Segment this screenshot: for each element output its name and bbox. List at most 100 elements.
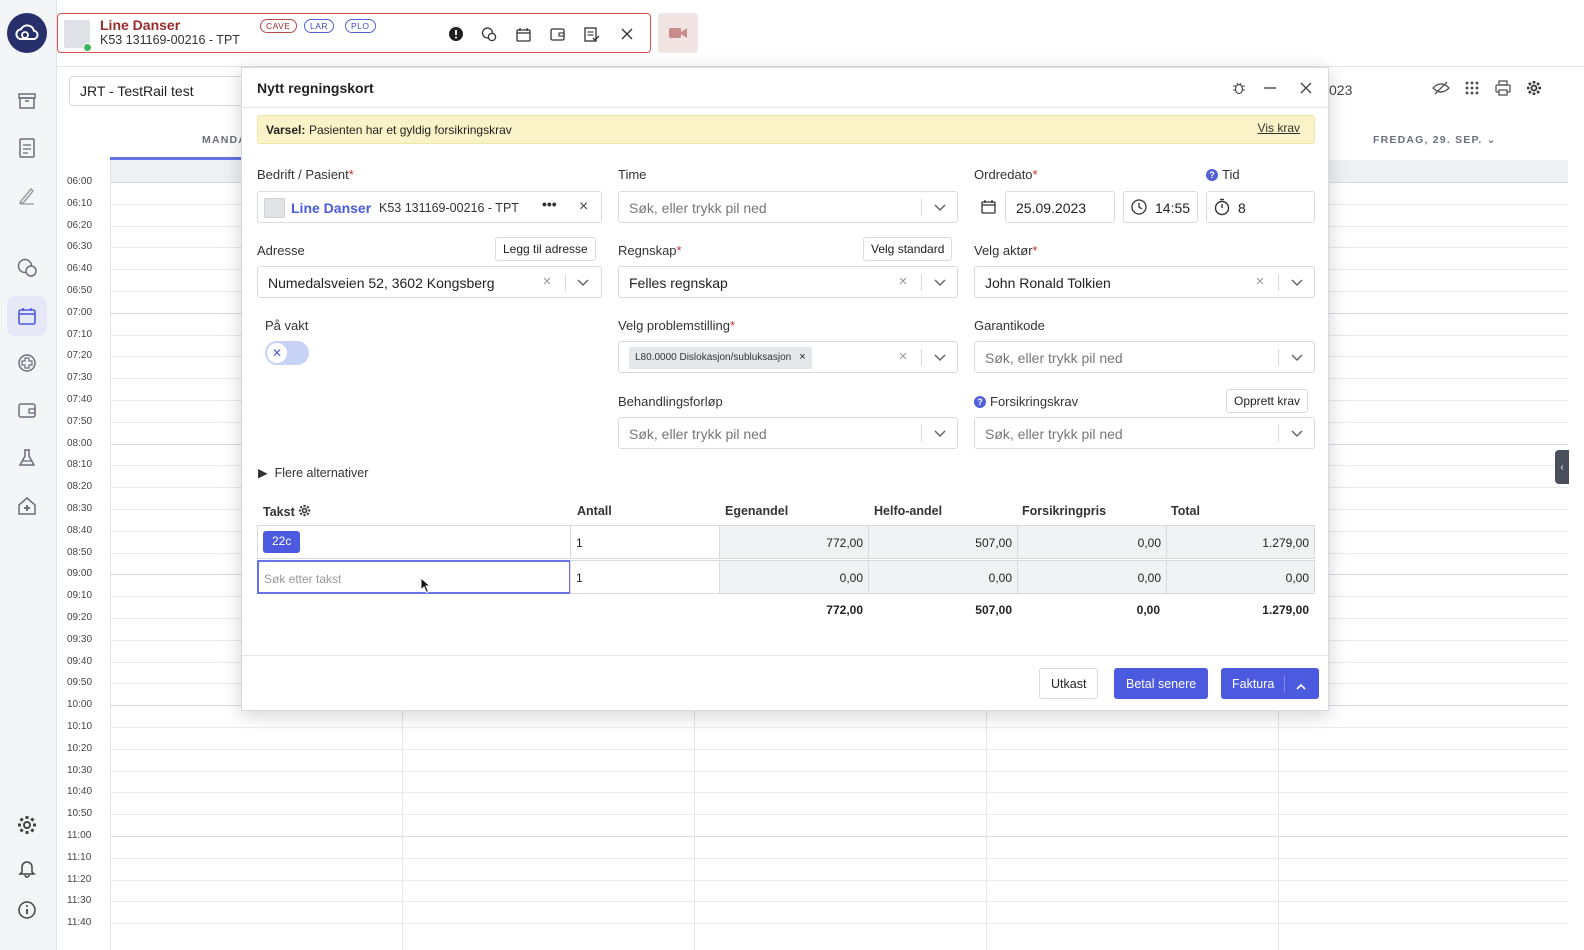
select-separator [565, 274, 566, 291]
address-value: Numedalsveien 52, 3602 Kongsberg [268, 275, 495, 291]
calendar-icon[interactable] [981, 199, 996, 217]
close-icon[interactable] [1296, 78, 1316, 98]
time-label: 10:30 [67, 764, 93, 776]
problem-select[interactable]: L80.0000 Dislokasjon/subluksasjon × × [618, 341, 958, 373]
account-select[interactable]: Felles regnskap × [618, 266, 958, 298]
time-label: 09:30 [67, 633, 93, 645]
chevron-down-icon [1288, 274, 1306, 292]
order-date-value: 25.09.2023 [1016, 200, 1087, 216]
calendar-icon[interactable] [7, 296, 47, 336]
time-label: 08:50 [67, 546, 93, 558]
patient-label-text: Bedrift / Pasient [257, 167, 349, 182]
app-logo-icon[interactable] [7, 13, 47, 53]
duration-value: 8 [1238, 200, 1246, 216]
clear-icon[interactable]: × [540, 274, 554, 289]
chat-icon[interactable] [480, 25, 498, 43]
treatment-label: Behandlingsforløp [618, 394, 723, 409]
calendar-toolbar-icons [1432, 78, 1543, 98]
treatment-placeholder: Søk, eller trykk pil ned [629, 426, 767, 442]
total-cell: 0,00 [1166, 560, 1315, 594]
bell-icon[interactable] [7, 848, 47, 888]
more-options-icon[interactable]: ••• [542, 196, 557, 212]
pen-icon[interactable] [7, 175, 47, 215]
clinic-house-icon[interactable] [7, 486, 47, 526]
draft-button[interactable]: Utkast [1039, 668, 1099, 699]
wallet-icon[interactable] [548, 25, 566, 43]
order-date-input[interactable]: 25.09.2023 [1005, 191, 1115, 223]
invoice-button[interactable]: Faktura [1221, 668, 1319, 699]
minimize-icon[interactable] [1260, 78, 1280, 98]
duration-input[interactable]: 8 [1206, 191, 1315, 223]
antall-cell[interactable]: 1 [570, 525, 720, 559]
actor-select[interactable]: John Ronald Tolkien × [974, 266, 1315, 298]
calendar-resource-select[interactable]: JRT - TestRail test [69, 76, 249, 106]
remove-chip-icon[interactable]: × [799, 351, 805, 363]
select-default-button[interactable]: Velg standard [863, 237, 953, 261]
close-patient-icon[interactable] [618, 25, 636, 43]
account-value: Felles regnskap [629, 275, 728, 291]
address-select[interactable]: Numedalsveien 52, 3602 Kongsberg × [257, 266, 602, 298]
chat-icon[interactable] [7, 248, 47, 288]
antall-cell[interactable]: 1 [570, 560, 720, 594]
time-label: 07:00 [67, 306, 93, 318]
takst-search-input[interactable]: Søk etter takst [257, 560, 571, 594]
patient-field[interactable]: Line Danser K53 131169-00216 - TPT ••• × [257, 191, 602, 223]
eye-hidden-icon[interactable] [1432, 78, 1450, 98]
archive-icon[interactable] [7, 81, 47, 121]
clear-icon[interactable]: × [1253, 274, 1267, 289]
treatment-select[interactable]: Søk, eller trykk pil ned [618, 417, 958, 449]
on-call-label: På vakt [265, 318, 309, 333]
order-time-input[interactable]: 14:55 [1123, 191, 1198, 223]
select-separator [1278, 274, 1279, 291]
pay-later-button[interactable]: Betal senere [1114, 668, 1209, 699]
helfo-cell: 0,00 [868, 560, 1018, 594]
on-call-toggle[interactable]: ✕ [265, 341, 309, 365]
time-label: 08:30 [67, 503, 93, 514]
tag-plo[interactable]: PLO [345, 19, 376, 33]
table-row: Søk etter takst 1 0,00 0,00 0,00 0,00 [257, 560, 1315, 594]
settings-gear-icon[interactable] [1525, 78, 1543, 98]
create-claim-button[interactable]: Opprett krav [1226, 389, 1309, 413]
checklist-icon[interactable] [583, 25, 601, 43]
clear-icon[interactable]: × [896, 349, 910, 364]
takst-cell[interactable]: 22c [257, 525, 571, 559]
time-grid-line [110, 748, 1568, 750]
lab-flask-icon[interactable] [7, 438, 47, 478]
patient-link[interactable]: Line Danser [291, 200, 371, 216]
patient-avatar [264, 198, 285, 218]
view-claim-link[interactable]: Vis krav [1258, 121, 1300, 135]
add-address-button[interactable]: Legg til adresse [495, 237, 596, 261]
takst-code-chip[interactable]: 22c [263, 531, 301, 553]
alert-label: Varsel: [266, 123, 306, 137]
chevron-up-icon[interactable] [1296, 679, 1306, 693]
settings-gear-icon[interactable] [298, 504, 311, 520]
problem-chip: L80.0000 Dislokasjon/subluksasjon × [629, 347, 812, 369]
video-call-button[interactable] [658, 13, 698, 53]
calendar-icon[interactable] [514, 25, 532, 43]
medical-icon[interactable] [7, 343, 47, 383]
insurance-select[interactable]: Søk, eller trykk pil ned [974, 417, 1315, 449]
side-panel-toggle[interactable]: ‹ [1555, 450, 1569, 484]
clear-icon[interactable]: × [896, 274, 910, 289]
help-icon: ? [1206, 169, 1218, 181]
grid-apps-icon[interactable] [1463, 78, 1481, 98]
tag-lar[interactable]: LAR [304, 19, 335, 33]
info-icon[interactable] [7, 890, 47, 930]
wallet-icon[interactable] [7, 390, 47, 430]
tag-cave[interactable]: CAVE [260, 19, 297, 33]
warranty-select[interactable]: Søk, eller trykk pil ned [974, 341, 1315, 373]
time-select[interactable]: Søk, eller trykk pil ned [618, 191, 958, 223]
time-label: 07:40 [67, 394, 93, 405]
active-patient-chip[interactable]: Line Danser K53 131169-00216 - TPT CAVE … [57, 13, 651, 53]
clear-patient-icon[interactable]: × [579, 198, 588, 216]
alert-icon[interactable] [447, 25, 465, 43]
document-icon[interactable] [7, 128, 47, 168]
day-header-friday[interactable]: FREDAG, 29. SEP. ⌄ [1373, 134, 1497, 146]
chevron-down-icon [1288, 349, 1306, 367]
settings-gear-icon[interactable] [7, 805, 47, 845]
takst-header-label: Takst [263, 505, 295, 519]
chevron-down-icon [931, 274, 949, 292]
more-options-toggle[interactable]: ▶ Flere alternativer [258, 465, 368, 480]
bug-icon[interactable] [1229, 78, 1249, 98]
printer-icon[interactable] [1494, 78, 1512, 98]
